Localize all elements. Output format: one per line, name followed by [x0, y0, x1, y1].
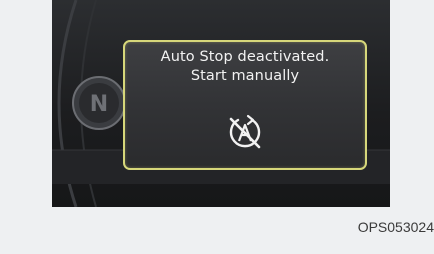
popup-message: Auto Stop deactivated. Start manually: [125, 48, 365, 86]
auto-stop-off-icon: [229, 114, 261, 149]
auto-stop-popup: Auto Stop deactivated. Start manually: [123, 40, 367, 170]
figure-code: OPS053024: [357, 219, 434, 235]
figure-frame: N Auto Stop deactivated. Start manually …: [0, 0, 434, 254]
gear-indicator-text: N: [90, 92, 108, 117]
cluster-display: N Auto Stop deactivated. Start manually: [52, 0, 390, 207]
popup-message-line1: Auto Stop deactivated.: [160, 49, 330, 65]
popup-message-line2: Start manually: [190, 68, 300, 84]
